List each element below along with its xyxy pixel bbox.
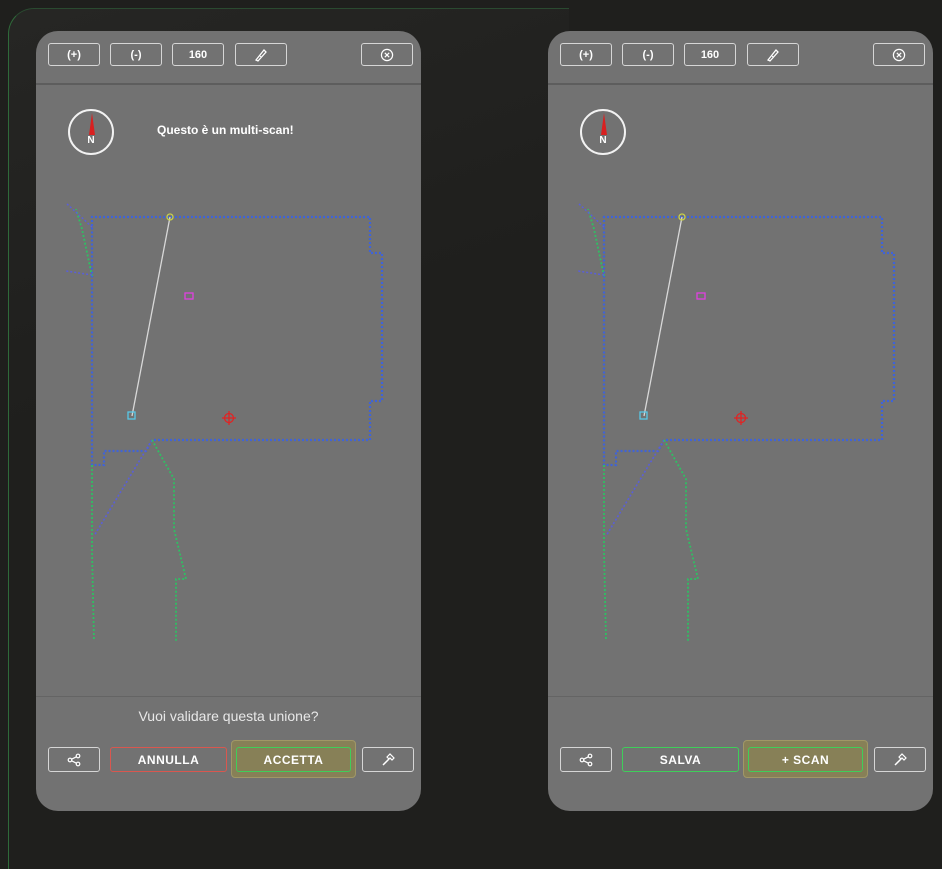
bottom-divider	[548, 696, 933, 697]
scan-ray	[65, 202, 93, 228]
scan-path-corridor-right	[151, 439, 188, 641]
scan-ray	[577, 202, 605, 228]
scan-ray	[93, 439, 153, 537]
merge-question: Vuoi validare questa unione?	[138, 708, 319, 724]
position-crosshair-icon	[222, 411, 236, 425]
share-icon	[67, 753, 81, 766]
scan-ray	[65, 270, 93, 276]
alignment-line	[643, 216, 683, 417]
save-button[interactable]: SALVA	[622, 747, 739, 772]
phone-screen-merge-validation: (+) (-) 160 N Questo è un multi-scan! Vu…	[36, 31, 421, 811]
phone-screen-save: (+) (-) 160 N SALVA + SCAN	[548, 31, 933, 811]
bottom-divider	[36, 696, 421, 697]
share-button[interactable]	[48, 747, 100, 772]
scan-path-left	[75, 208, 93, 277]
room-wall-outline	[602, 215, 896, 467]
floor-plan-canvas[interactable]	[548, 31, 933, 691]
share-icon	[579, 753, 593, 766]
magenta-marker	[184, 292, 194, 300]
scan-ray	[577, 270, 605, 276]
magenta-marker	[696, 292, 706, 300]
room-wall-outline	[90, 215, 384, 467]
scan-ray	[605, 439, 665, 537]
cancel-button[interactable]: ANNULLA	[110, 747, 227, 772]
tools-button[interactable]	[362, 747, 414, 772]
scan-path-corridor-right	[663, 439, 700, 641]
floor-plan-canvas[interactable]	[36, 31, 421, 691]
hammer-icon	[894, 752, 907, 766]
scan-path-left	[587, 208, 605, 277]
accept-button[interactable]: ACCETTA	[236, 747, 351, 772]
scan-path-corridor-left	[91, 465, 95, 642]
tools-button[interactable]	[874, 747, 926, 772]
alignment-line	[131, 216, 171, 417]
position-crosshair-icon	[734, 411, 748, 425]
share-button[interactable]	[560, 747, 612, 772]
scan-path-corridor-left	[603, 465, 607, 642]
add-scan-button[interactable]: + SCAN	[748, 747, 863, 772]
hammer-icon	[382, 752, 395, 766]
